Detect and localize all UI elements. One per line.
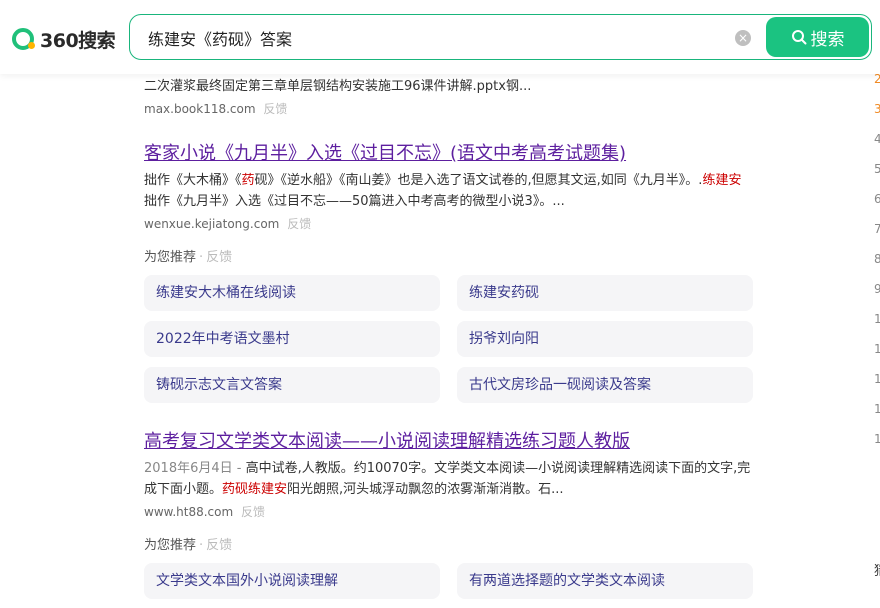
- result-3: 高考复习文学类文本阅读——小说阅读理解精选练习题人教版 2018年6月4日 - …: [144, 427, 754, 520]
- rank-number: 1: [874, 342, 880, 356]
- result-url-line: wenxue.kejiatong.com 反馈: [144, 215, 754, 232]
- result-1: 二次灌浆最终固定第三章单层钢结构安装施工96课件讲解.pptx钢... max.…: [144, 76, 754, 117]
- result-url-line: www.ht88.com 反馈: [144, 503, 754, 520]
- logo-ring-icon: [12, 28, 35, 50]
- search-icon: [791, 30, 806, 45]
- recommend-block-2: 为您推荐 · 反馈 文学类文本国外小说阅读理解 有两道选择题的文学类文本阅读: [144, 534, 754, 599]
- result-title[interactable]: 高考复习文学类文本阅读——小说阅读理解精选练习题人教版: [144, 427, 754, 453]
- recommend-grid: 练建安大木桶在线阅读 练建安药砚 2022年中考语文墨村 拐爷刘向阳 铸砚示志文…: [144, 275, 754, 403]
- feedback-link[interactable]: 反馈: [206, 250, 232, 265]
- rank-number: 9: [874, 282, 880, 296]
- separator-dot: ·: [199, 538, 204, 553]
- recommend-item[interactable]: 古代文房珍品一砚阅读及答案: [457, 367, 753, 403]
- snippet-text: 拙作《九月半》入选《过目不忘——50篇进入中考高考的微型小说3》。...: [144, 194, 565, 209]
- rank-number: 4: [874, 132, 880, 146]
- recommend-item[interactable]: 文学类文本国外小说阅读理解: [144, 563, 440, 599]
- results: 二次灌浆最终固定第三章单层钢结构安装施工96课件讲解.pptx钢... max.…: [144, 74, 754, 599]
- snippet-highlight: 练建安: [702, 173, 742, 188]
- snippet-highlight: 药: [241, 173, 255, 188]
- recommend-item[interactable]: 练建安药砚: [457, 275, 753, 311]
- search-box: × 搜索: [129, 14, 872, 61]
- result-url[interactable]: wenxue.kejiatong.com: [144, 217, 279, 231]
- separator-dot: ·: [199, 250, 204, 265]
- recommend-item[interactable]: 铸砚示志文言文答案: [144, 367, 440, 403]
- recommend-grid: 文学类文本国外小说阅读理解 有两道选择题的文学类文本阅读: [144, 563, 754, 599]
- search-button-label: 搜索: [810, 29, 845, 50]
- recommend-label: 为您推荐: [144, 250, 197, 265]
- right-sidebar-clipped: 2 3 4 5 6 7 8 9 1 1 1 1 1 猜: [872, 68, 880, 608]
- result-snippet: 拙作《大木桶》《药砚》《逆水船》《南山姜》也是入选了语文试卷的,但愿其文运,如同…: [144, 170, 754, 212]
- recommend-heading: 为您推荐 · 反馈: [144, 534, 754, 553]
- logo[interactable]: 360搜索: [12, 26, 116, 52]
- rank-number: 3: [874, 102, 880, 116]
- rank-number: 1: [874, 312, 880, 326]
- search-button[interactable]: 搜索: [766, 17, 869, 57]
- feedback-link[interactable]: 反馈: [287, 217, 311, 231]
- rank-number: 1: [874, 372, 880, 386]
- feedback-link[interactable]: 反馈: [206, 538, 232, 553]
- rank-number: 7: [874, 222, 880, 236]
- rank-number: 5: [874, 162, 880, 176]
- result-2: 客家小说《九月半》入选《过目不忘》(语文中考高考试题集) 拙作《大木桶》《药砚》…: [144, 139, 754, 232]
- sidebar-heading-char: 猜: [874, 560, 880, 579]
- snippet-highlight: 药砚练建安: [222, 482, 288, 497]
- header: 360搜索 × 搜索: [0, 0, 880, 74]
- result-date: 2018年6月4日 -: [144, 461, 242, 476]
- rank-number: 1: [874, 432, 880, 446]
- result-title[interactable]: 客家小说《九月半》入选《过目不忘》(语文中考高考试题集): [144, 139, 754, 165]
- logo-text: 360搜索: [40, 29, 116, 52]
- feedback-link[interactable]: 反馈: [241, 505, 265, 519]
- search-input[interactable]: [146, 15, 710, 61]
- recommend-item[interactable]: 有两道选择题的文学类文本阅读: [457, 563, 753, 599]
- result-url-line: max.book118.com 反馈: [144, 100, 754, 117]
- rank-number: 1: [874, 402, 880, 416]
- clear-icon[interactable]: ×: [735, 30, 751, 46]
- snippet-text: 阳光朗照,河头城浮动飘忽的浓雾渐渐消散。石...: [287, 482, 564, 497]
- recommend-block-1: 为您推荐 · 反馈 练建安大木桶在线阅读 练建安药砚 2022年中考语文墨村 拐爷刘…: [144, 246, 754, 403]
- recommend-item[interactable]: 练建安大木桶在线阅读: [144, 275, 440, 311]
- snippet-text: 拙作《大木桶》《: [144, 173, 242, 188]
- result-snippet: 2018年6月4日 - 高中试卷,人教版。约10070字。文学类文本阅读—小说阅…: [144, 458, 754, 500]
- feedback-link[interactable]: 反馈: [263, 102, 287, 116]
- result-url[interactable]: www.ht88.com: [144, 505, 233, 519]
- recommend-item[interactable]: 拐爷刘向阳: [457, 321, 753, 357]
- recommend-heading: 为您推荐 · 反馈: [144, 246, 754, 265]
- recommend-item[interactable]: 2022年中考语文墨村: [144, 321, 440, 357]
- rank-number: 8: [874, 252, 880, 266]
- snippet-text: 砚》《逆水船》《南山姜》也是入选了语文试卷的,但愿其文运,如同《九月半》。.: [254, 173, 703, 188]
- result-url[interactable]: max.book118.com: [144, 102, 256, 116]
- result-snippet: 二次灌浆最终固定第三章单层钢结构安装施工96课件讲解.pptx钢...: [144, 79, 532, 94]
- rank-number: 6: [874, 192, 880, 206]
- rank-number: 2: [874, 72, 880, 86]
- recommend-label: 为您推荐: [144, 538, 197, 553]
